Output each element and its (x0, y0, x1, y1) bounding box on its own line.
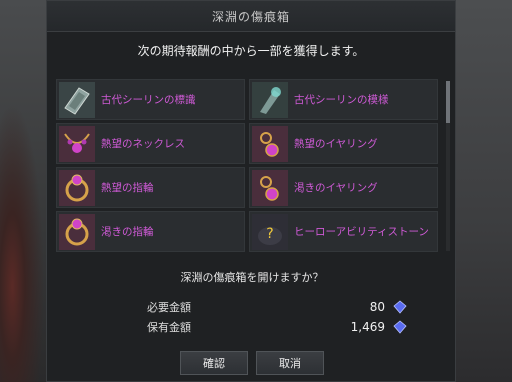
background-right (452, 0, 512, 382)
open-question: 深淵の傷痕箱を開けますか？ (180, 271, 324, 284)
required-label: 必要金額 (147, 301, 191, 314)
reward-item[interactable]: 熱望の指輪 (56, 167, 245, 208)
cancel-button[interactable]: 取消 (256, 351, 324, 375)
ancient-pattern-icon (252, 81, 288, 118)
ability-stone-icon: ? (252, 213, 288, 250)
reward-item[interactable]: 渇きの指輪 (56, 211, 245, 252)
dialog-titlebar: 深淵の傷痕箱 (47, 1, 455, 32)
reward-item[interactable]: 古代シーリンの模様 (249, 79, 438, 120)
reward-list: 古代シーリンの標識 古代シーリンの模様 熱望のネックレス 熱望のイヤリング 熱望… (56, 79, 450, 255)
reward-name: 渇きのイヤリング (294, 182, 378, 194)
reward-scrollbar[interactable] (446, 81, 450, 251)
blue-crystal-icon (393, 300, 407, 314)
reward-name: 熱望のネックレス (101, 138, 185, 150)
ring-icon (59, 213, 95, 250)
reward-prompt: 次の期待報酬の中から一部を獲得します。 (137, 44, 365, 58)
reward-name: 渇きの指輪 (101, 226, 154, 238)
required-amount-row: 必要金額 80 (147, 298, 407, 316)
blue-crystal-icon (393, 320, 407, 334)
earring-icon (252, 125, 288, 162)
reward-item[interactable]: 熱望のイヤリング (249, 123, 438, 164)
dialog-title: 深淵の傷痕箱 (211, 9, 290, 24)
reward-name: 古代シーリンの標識 (101, 94, 196, 106)
reward-name: 熱望の指輪 (101, 182, 154, 194)
svg-text:?: ? (266, 226, 273, 242)
reward-item[interactable]: 熱望のネックレス (56, 123, 245, 164)
confirm-button[interactable]: 確認 (180, 351, 248, 375)
dialog-buttons: 確認 取消 (47, 351, 457, 375)
owned-value: 1,469 (350, 320, 385, 334)
reward-item[interactable]: 古代シーリンの標識 (56, 79, 245, 120)
reward-item[interactable]: 渇きのイヤリング (249, 167, 438, 208)
reward-name: 古代シーリンの模様 (294, 94, 389, 106)
necklace-icon (59, 125, 95, 162)
owned-amount-row: 保有金額 1,469 (147, 318, 407, 336)
scrollbar-thumb[interactable] (446, 81, 450, 123)
earring-icon (252, 169, 288, 206)
owned-label: 保有金額 (147, 321, 191, 334)
ancient-sign-icon (59, 81, 95, 118)
required-value: 80 (369, 300, 385, 314)
reward-item[interactable]: ? ヒーローアビリティストーン (249, 211, 438, 252)
reward-name: 熱望のイヤリング (294, 138, 378, 150)
reward-name: ヒーローアビリティストーン (294, 226, 429, 238)
chest-dialog: 深淵の傷痕箱 次の期待報酬の中から一部を獲得します。 古代シーリンの標識 古代シ… (46, 0, 456, 382)
ring-icon (59, 169, 95, 206)
